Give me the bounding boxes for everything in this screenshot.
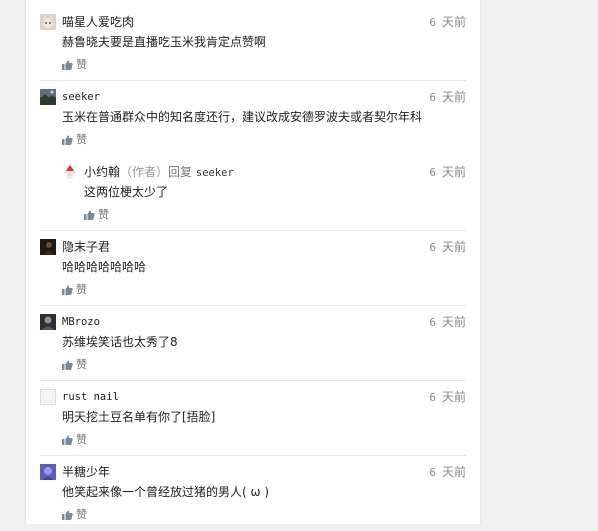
- like-label: 赞: [76, 433, 87, 446]
- character-avatar-icon[interactable]: [40, 314, 56, 330]
- reply-author[interactable]: 小约翰: [84, 165, 120, 179]
- thumbs-up-icon: [62, 360, 73, 370]
- comment-time: 6 天前: [429, 389, 466, 406]
- time-number: 6: [429, 466, 436, 479]
- dark-avatar-icon[interactable]: [40, 239, 56, 255]
- reply-target[interactable]: seeker: [196, 167, 234, 179]
- thumbs-up-icon: [84, 210, 95, 220]
- like-label: 赞: [76, 508, 87, 521]
- reply-author-line: 小约翰（作者）回复 seeker: [84, 164, 234, 181]
- comment-text: 明天挖土豆名单有你了[捂脸]: [62, 410, 216, 424]
- comment-time: 6 天前: [429, 314, 466, 331]
- time-number: 6: [429, 316, 436, 329]
- comment-author[interactable]: 半糖少年: [62, 464, 110, 480]
- like-button[interactable]: 赞: [62, 133, 87, 147]
- thumbs-up-icon: [62, 135, 73, 145]
- reply-word: 回复: [168, 165, 193, 179]
- comment-item: 半糖少年 6 天前 他笑起来像一个曾经放过猪的男人( ω ) 赞: [40, 464, 466, 531]
- comment-author[interactable]: rust nail: [62, 389, 119, 405]
- thumbs-up-icon: [62, 285, 73, 295]
- like-button[interactable]: 赞: [84, 208, 109, 222]
- like-button[interactable]: 赞: [62, 433, 87, 447]
- like-button[interactable]: 赞: [62, 58, 87, 72]
- time-unit: 天前: [441, 315, 466, 329]
- blank-avatar-icon[interactable]: [40, 389, 56, 405]
- comment-item: 喵星人爱吃肉 6 天前 赫鲁晓夫要是直播吃玉米我肯定点赞啊 赞: [40, 14, 466, 81]
- time-number: 6: [429, 91, 436, 104]
- thumbs-up-icon: [62, 510, 73, 520]
- comment-item: MBrozo 6 天前 苏维埃笑话也太秀了8 赞: [40, 314, 466, 381]
- time-unit: 天前: [441, 240, 466, 254]
- reply-item: 小约翰（作者）回复 seeker 6 天前 这两位梗太少了 赞: [62, 164, 466, 231]
- like-label: 赞: [98, 208, 109, 221]
- santa-avatar-icon[interactable]: [62, 164, 78, 180]
- comment-time: 6 天前: [429, 164, 466, 181]
- comment-text: 哈哈哈哈哈哈哈: [62, 260, 147, 274]
- time-number: 6: [429, 391, 436, 404]
- time-number: 6: [429, 166, 436, 179]
- cat-avatar-icon[interactable]: [40, 14, 56, 30]
- like-button[interactable]: 赞: [62, 358, 87, 372]
- like-label: 赞: [76, 358, 87, 371]
- comment-text: 这两位梗太少了: [84, 185, 169, 199]
- comment-author[interactable]: 喵星人爱吃肉: [62, 14, 134, 30]
- comment-text: 他笑起来像一个曾经放过猪的男人( ω ): [62, 485, 270, 499]
- time-unit: 天前: [441, 390, 466, 404]
- comment-item: rust nail 6 天前 明天挖土豆名单有你了[捂脸] 赞: [40, 389, 466, 456]
- comment-author[interactable]: seeker: [62, 89, 100, 105]
- like-label: 赞: [76, 283, 87, 296]
- comment-time: 6 天前: [429, 14, 466, 31]
- comment-text: 赫鲁晓夫要是直播吃玉米我肯定点赞啊: [62, 35, 267, 49]
- thumbs-up-icon: [62, 60, 73, 70]
- comment-time: 6 天前: [429, 464, 466, 481]
- author-role: （作者）: [120, 165, 169, 179]
- comment-author[interactable]: 隐末子君: [62, 239, 110, 255]
- thumbs-up-icon: [62, 435, 73, 445]
- time-number: 6: [429, 16, 436, 29]
- like-label: 赞: [76, 133, 87, 146]
- like-label: 赞: [76, 58, 87, 71]
- like-button[interactable]: 赞: [62, 508, 87, 522]
- divider: [40, 230, 466, 231]
- comment-author[interactable]: MBrozo: [62, 314, 100, 330]
- comment-item: 隐末子君 6 天前 哈哈哈哈哈哈哈 赞: [40, 239, 466, 306]
- comment-item: seeker 6 天前 玉米在普通群众中的知名度还行，建议改成安德罗波夫或者契尔年…: [40, 89, 466, 156]
- comments-panel: 喵星人爱吃肉 6 天前 赫鲁晓夫要是直播吃玉米我肯定点赞啊 赞 seeker 6天…: [25, 0, 481, 524]
- comment-time: 6 天前: [429, 89, 466, 106]
- time-unit: 天前: [441, 165, 466, 179]
- time-unit: 天前: [441, 465, 466, 479]
- time-unit: 天前: [441, 90, 466, 104]
- landscape-avatar-icon[interactable]: [40, 89, 56, 105]
- comment-text: 玉米在普通群众中的知名度还行，建议改成安德罗波夫或者契尔年科: [62, 110, 423, 124]
- comment-time: 6 天前: [429, 239, 466, 256]
- purple-avatar-icon[interactable]: [40, 464, 56, 480]
- time-number: 6: [429, 241, 436, 254]
- comment-text: 苏维埃笑话也太秀了8: [62, 335, 178, 349]
- time-unit: 天前: [441, 15, 466, 29]
- like-button[interactable]: 赞: [62, 283, 87, 297]
